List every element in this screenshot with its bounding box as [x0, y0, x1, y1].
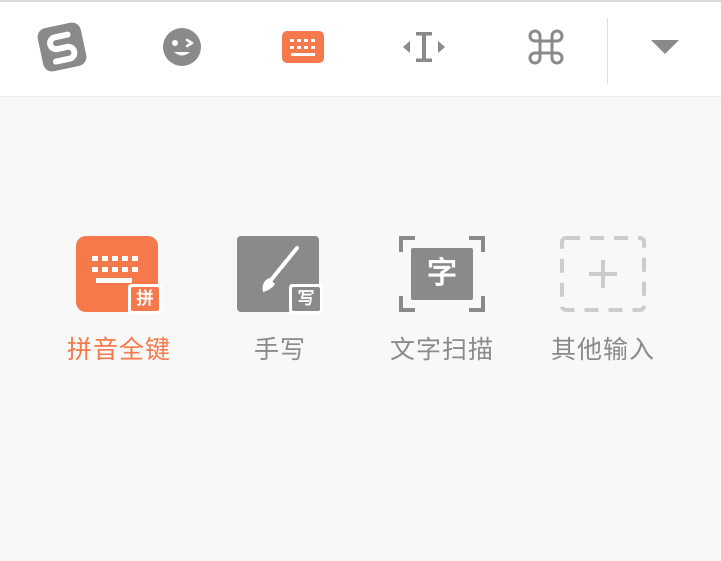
mode-label: 文字扫描	[389, 335, 494, 364]
winking-face-icon	[163, 28, 201, 66]
sogou-logo-icon	[37, 22, 87, 72]
mode-label: 其他输入	[550, 335, 655, 364]
command-button[interactable]	[506, 12, 586, 82]
command-key-icon	[528, 29, 564, 65]
scan-badge-text: 字	[427, 256, 457, 291]
input-method-panel: 拼 拼音全键 写 手写 字 文字扫描 其他输入	[0, 0, 721, 561]
mode-handwriting[interactable]: 写 手写	[215, 232, 345, 372]
sogou-logo-button[interactable]	[22, 12, 102, 82]
cursor-move-button[interactable]	[384, 12, 464, 82]
collapse-button[interactable]	[625, 12, 705, 82]
mode-other-input[interactable]: 其他输入	[538, 232, 668, 372]
keyboard-icon	[282, 31, 324, 63]
keyboard-toolbar	[0, 2, 721, 97]
toolbar-divider	[607, 18, 608, 84]
mode-pinyin-full-keyboard[interactable]: 拼 拼音全键	[54, 232, 184, 372]
mode-icon-wrap	[558, 232, 648, 316]
emoji-button[interactable]	[142, 12, 222, 82]
handwriting-badge-text: 写	[297, 289, 315, 309]
pinyin-badge-text: 拼	[136, 289, 154, 309]
mode-icon-wrap: 字	[397, 232, 487, 316]
mode-icon-wrap: 拼	[74, 232, 164, 316]
text-cursor-arrows-icon	[403, 32, 445, 62]
triangle-down-icon	[651, 40, 679, 54]
mode-icon-wrap: 写	[235, 232, 325, 316]
mode-text-scan[interactable]: 字 文字扫描	[377, 232, 507, 372]
mode-label: 拼音全键	[66, 335, 171, 364]
add-dashed-icon	[560, 236, 646, 312]
mode-label: 手写	[253, 335, 306, 364]
keyboard-switch-button[interactable]	[263, 12, 343, 82]
